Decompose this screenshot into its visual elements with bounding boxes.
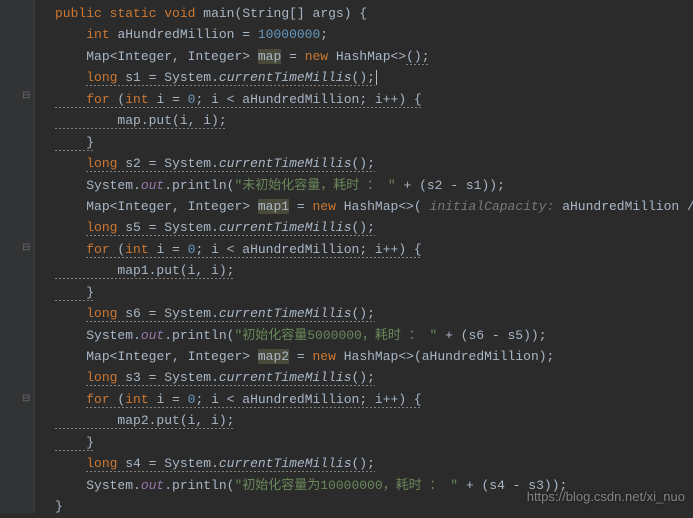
param-args: args (313, 6, 344, 21)
stmt-map1put: map1.put(i, i); (117, 263, 234, 278)
var-map1: map1 (258, 199, 289, 214)
var-s3: s3 (125, 370, 141, 385)
keyword-long: long (86, 156, 117, 171)
class-system: System. (86, 178, 141, 193)
fold-icon[interactable]: ⊟ (22, 89, 30, 106)
watermark: https://blog.csdn.net/xi_nuo (527, 486, 685, 507)
var-s5: s5 (125, 220, 141, 235)
stmt-mapput: map.put(i, i); (117, 113, 226, 128)
string-literal: "初始化容量为10000000，耗时 ： " (234, 478, 458, 493)
var-ahundredmillion: aHundredMillion (117, 27, 234, 42)
keyword-new: new (305, 49, 328, 64)
type-string: String (242, 6, 289, 21)
param-hint: initialCapacity: (430, 199, 555, 214)
var-i: i (156, 92, 164, 107)
keyword-int: int (125, 92, 148, 107)
fold-icon[interactable]: ⊟ (22, 392, 30, 409)
number-zero: 0 (188, 92, 196, 107)
method-main: main (203, 6, 234, 21)
method-println: .println( (164, 178, 234, 193)
method-currenttimemillis: currentTimeMillis (219, 156, 352, 171)
keyword-for: for (86, 92, 109, 107)
var-s1: s1 (125, 70, 141, 85)
type-integer: Integer (188, 49, 243, 64)
class-system: System (164, 70, 211, 85)
keyword-long: long (86, 70, 117, 85)
arg: (aHundredMillion); (414, 349, 554, 364)
keyword-void: void (164, 6, 195, 21)
fold-icon[interactable]: ⊟ (22, 241, 30, 258)
type-hashmap: HashMap (336, 49, 391, 64)
var-s6: s6 (125, 306, 141, 321)
keyword-public: public (55, 6, 102, 21)
var-map: map (258, 49, 281, 64)
var-s4: s4 (125, 456, 141, 471)
brace-close: } (86, 135, 94, 150)
keyword-int: int (86, 27, 109, 42)
stmt-map2put: map2.put(i, i); (117, 413, 234, 428)
type-map: Map (86, 49, 109, 64)
type-map: Map (86, 199, 109, 214)
string-literal: "未初始化容量，耗时 ： " (234, 178, 395, 193)
gutter: ⊟ ⊟ ⊟ (0, 0, 35, 513)
var-map2: map2 (258, 349, 289, 364)
method-currenttimemillis: currentTimeMillis (219, 70, 352, 85)
type-integer: Integer (117, 49, 172, 64)
keyword-static: static (110, 6, 157, 21)
var-limit: aHundredMillion (242, 92, 359, 107)
code-editor[interactable]: public static void main(String[] args) {… (0, 0, 693, 518)
field-out: out (141, 178, 164, 193)
string-literal: "初始化容量5000000，耗时 ： " (234, 328, 437, 343)
expr: + (s2 - s1)); (396, 178, 505, 193)
number-literal: 10000000 (258, 27, 320, 42)
var-s2: s2 (125, 156, 141, 171)
